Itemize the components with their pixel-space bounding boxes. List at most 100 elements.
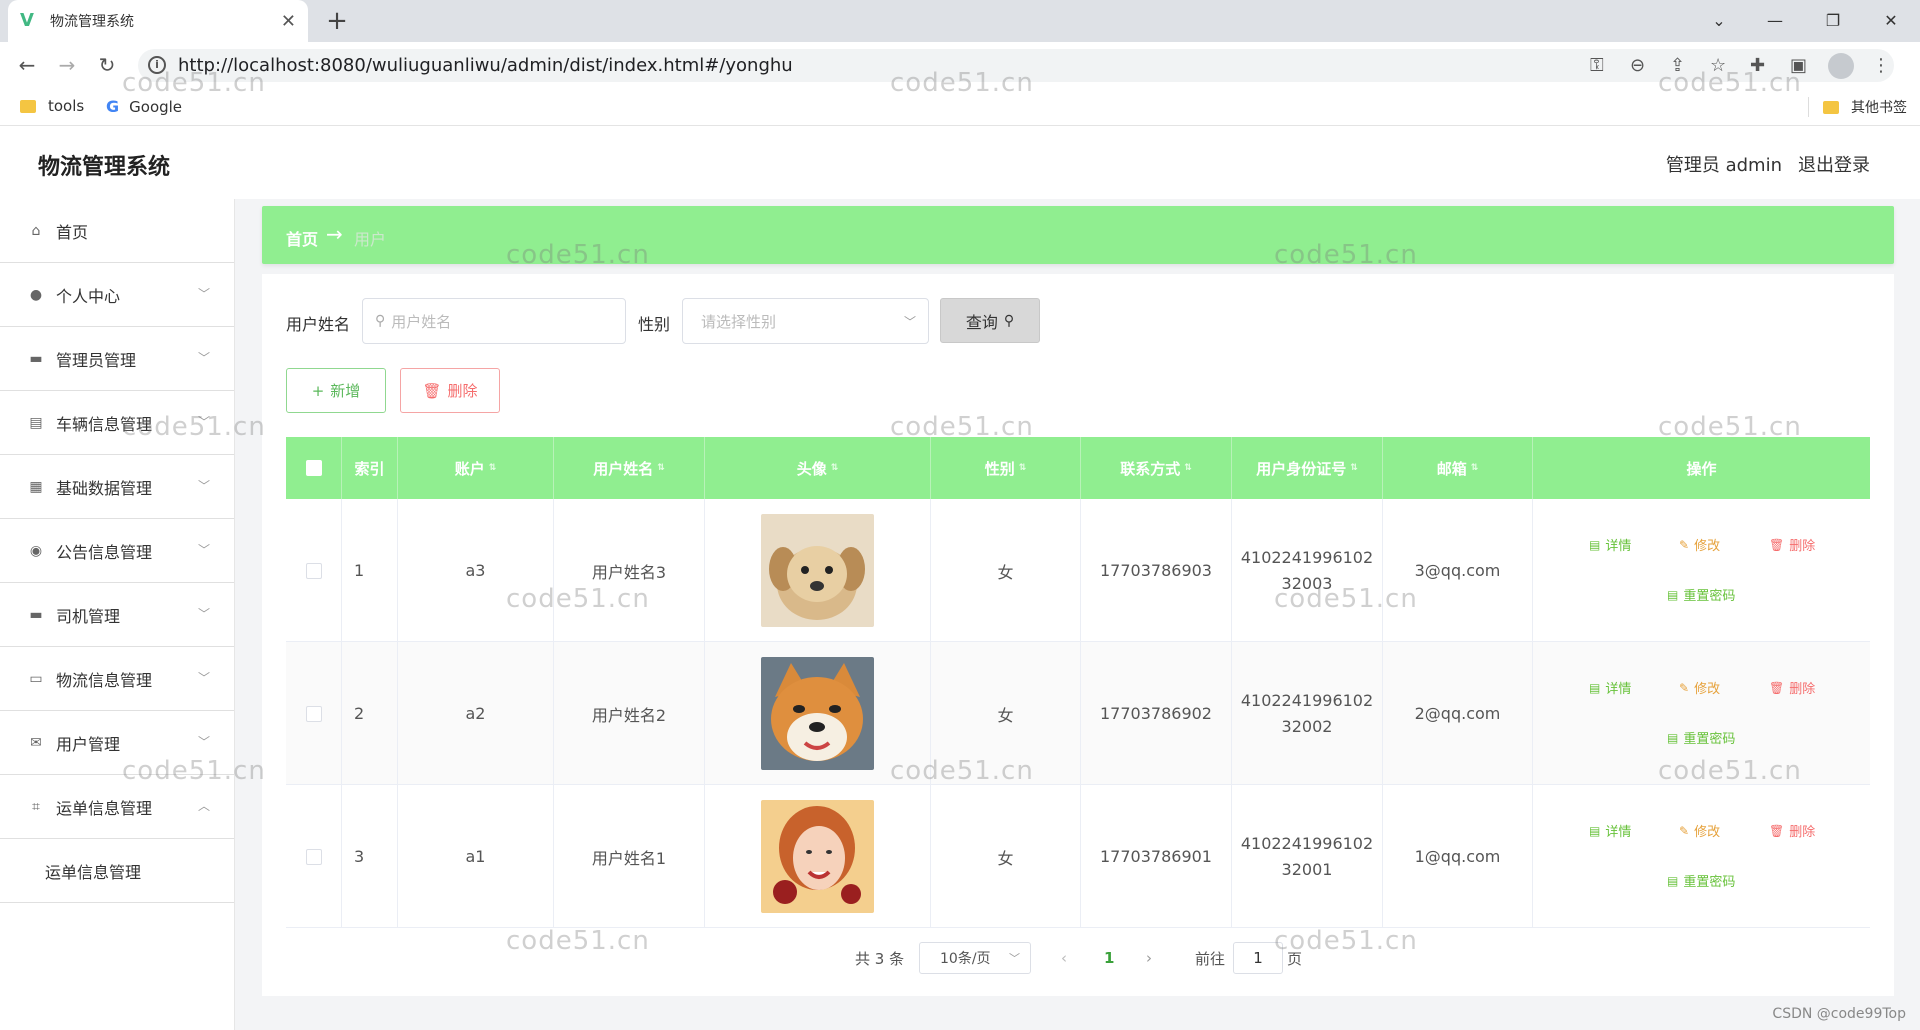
delete-button[interactable]: 🗑 删除 — [1769, 535, 1815, 555]
query-button[interactable]: 查询 ⚲ — [940, 298, 1040, 343]
add-button[interactable]: + 新增 — [286, 368, 386, 413]
url-field[interactable]: i http://localhost:8080/wuliuguanliwu/ad… — [138, 49, 1894, 82]
breadcrumb-home[interactable]: 首页 — [286, 226, 318, 250]
arrow-right-icon: → — [326, 222, 343, 246]
batch-delete-button[interactable]: 🗑 删除 — [400, 368, 500, 413]
profile-avatar-icon[interactable] — [1828, 53, 1854, 79]
header-select-all[interactable] — [286, 437, 342, 499]
document-icon: ▤ — [1667, 873, 1679, 888]
total-count: 共 3 条 — [855, 949, 905, 968]
bookmark-tools[interactable]: tools — [20, 97, 84, 115]
detail-button[interactable]: ▤ 详情 — [1589, 535, 1631, 555]
sidebar-item-vehicles[interactable]: ▤ 车辆信息管理 ﹀ — [0, 391, 234, 455]
reload-icon[interactable]: ↻ — [92, 50, 122, 80]
name-search-input[interactable]: ⚲ 用户姓名 — [362, 298, 626, 344]
next-page-icon[interactable]: › — [1146, 942, 1152, 974]
side-panel-icon[interactable]: ▣ — [1790, 55, 1807, 76]
sidebar-item-users[interactable]: ✉ 用户管理 ﹀ — [0, 711, 234, 775]
zoom-icon[interactable]: ⊖ — [1630, 55, 1645, 76]
sidebar-item-label: 个人中心 — [56, 286, 121, 306]
sidebar-item-waybills[interactable]: ⌗ 运单信息管理 ︿ — [0, 775, 234, 839]
new-tab-button[interactable]: + — [322, 6, 352, 36]
page-number[interactable]: 1 — [1104, 942, 1114, 974]
row-checkbox[interactable] — [305, 705, 322, 722]
sidebar-item-logistics[interactable]: ▭ 物流信息管理 ﹀ — [0, 647, 234, 711]
document-icon: ▤ — [1667, 587, 1679, 602]
name-placeholder: 用户姓名 — [391, 312, 452, 331]
google-icon: G — [106, 97, 120, 116]
header-name[interactable]: 用户姓名 ⇅ — [554, 437, 705, 499]
share-icon[interactable]: ⇪ — [1670, 55, 1685, 76]
edit-button[interactable]: ✎ 修改 — [1679, 821, 1720, 841]
row-checkbox[interactable] — [305, 848, 322, 865]
woman-photo[interactable] — [761, 800, 874, 913]
close-tab-icon[interactable]: ✕ — [281, 11, 296, 32]
sidebar-item-profile[interactable]: ● 个人中心 ﹀ — [0, 263, 234, 327]
cell-avatar — [705, 642, 931, 785]
browser-tab[interactable]: V 物流管理系统 ✕ — [8, 0, 308, 42]
goto-page-input[interactable]: 1 — [1233, 942, 1283, 974]
row-checkbox[interactable] — [305, 562, 322, 579]
browser-tab-bar: V 物流管理系统 ✕ + ⌄ — ❐ ✕ — [0, 0, 1920, 42]
cell-index: 1 — [342, 499, 398, 642]
tab-search-icon[interactable]: ⌄ — [1694, 4, 1744, 38]
detail-button[interactable]: ▤ 详情 — [1589, 678, 1631, 698]
header-id-number[interactable]: 用户身份证号 ⇅ — [1232, 437, 1383, 499]
sidebar-item-notices[interactable]: ◉ 公告信息管理 ﹀ — [0, 519, 234, 583]
bookmark-google[interactable]: G Google — [106, 97, 182, 116]
sidebar-item-drivers[interactable]: ▬ 司机管理 ﹀ — [0, 583, 234, 647]
bookmark-star-icon[interactable]: ☆ — [1710, 55, 1726, 76]
sidebar-subitem-waybills[interactable]: 运单信息管理 — [0, 839, 234, 903]
vue-logo-icon: V — [20, 10, 34, 31]
plus-icon: + — [311, 381, 325, 400]
row-checkbox-cell[interactable] — [286, 785, 342, 928]
restore-button[interactable]: ❐ — [1808, 4, 1858, 38]
header-email[interactable]: 邮箱 ⇅ — [1383, 437, 1533, 499]
gender-select[interactable]: 请选择性别 ﹀ — [682, 298, 929, 344]
header-phone[interactable]: 联系方式 ⇅ — [1081, 437, 1232, 499]
puppy-photo[interactable] — [761, 514, 874, 627]
edit-button[interactable]: ✎ 修改 — [1679, 535, 1720, 555]
key-icon[interactable]: ⚿ — [1590, 55, 1604, 76]
delete-button[interactable]: 🗑 删除 — [1769, 821, 1815, 841]
back-icon[interactable]: ← — [12, 50, 42, 80]
reset-password-button[interactable]: ▤ 重置密码 — [1667, 585, 1735, 605]
id-line: 4102241996102 — [1240, 690, 1374, 710]
shiba-photo[interactable] — [761, 657, 874, 770]
header-gender[interactable]: 性别 ⇅ — [931, 437, 1081, 499]
header-avatar[interactable]: 头像 ⇅ — [705, 437, 931, 499]
forward-icon[interactable]: → — [52, 50, 82, 80]
sidebar-item-label: 公告信息管理 — [56, 542, 153, 562]
sidebar-item-admins[interactable]: ▬ 管理员管理 ﹀ — [0, 327, 234, 391]
edit-button[interactable]: ✎ 修改 — [1679, 678, 1720, 698]
sidebar-item-base-data[interactable]: ▦ 基础数据管理 ﹀ — [0, 455, 234, 519]
detail-button[interactable]: ▤ 详情 — [1589, 821, 1631, 841]
sidebar: ⌂ 首页 ● 个人中心 ﹀ ▬ 管理员管理 ﹀ ▤ 车辆信息管理 ﹀ ▦ 基础数… — [0, 199, 235, 1030]
other-bookmarks[interactable]: 其他书签 — [1808, 97, 1907, 117]
select-all-checkbox[interactable] — [305, 460, 322, 476]
minimize-button[interactable]: — — [1750, 4, 1800, 38]
logout-button[interactable]: 退出登录 — [1798, 151, 1870, 177]
chevron-down-icon: ﹀ — [197, 415, 210, 429]
row-checkbox-cell[interactable] — [286, 499, 342, 642]
extensions-icon[interactable]: ✚ — [1750, 55, 1765, 76]
user-icon: ● — [29, 286, 43, 303]
cell-gender: 女 — [931, 785, 1081, 928]
delete-button[interactable]: 🗑 删除 — [1769, 678, 1815, 698]
header-index: 索引 — [342, 437, 398, 499]
header-account[interactable]: 账户 ⇅ — [398, 437, 554, 499]
sidebar-item-home[interactable]: ⌂ 首页 — [0, 199, 234, 263]
chevron-down-icon: ﹀ — [197, 351, 210, 365]
page-size-select[interactable]: 10条/页 ﹀ — [919, 942, 1031, 974]
site-info-icon[interactable]: i — [148, 56, 166, 74]
app-title: 物流管理系统 — [38, 155, 171, 180]
reset-password-button[interactable]: ▤ 重置密码 — [1667, 871, 1735, 891]
close-window-button[interactable]: ✕ — [1866, 4, 1916, 38]
reset-password-button[interactable]: ▤ 重置密码 — [1667, 728, 1735, 748]
prev-page-icon[interactable]: ‹ — [1061, 942, 1067, 974]
cell-id-number: 4102241996102 32002 — [1232, 642, 1383, 785]
chevron-down-icon: ﹀ — [1009, 952, 1020, 965]
row-checkbox-cell[interactable] — [286, 642, 342, 785]
cell-id-number: 4102241996102 32001 — [1232, 785, 1383, 928]
menu-dots-icon[interactable]: ⋮ — [1872, 55, 1890, 76]
